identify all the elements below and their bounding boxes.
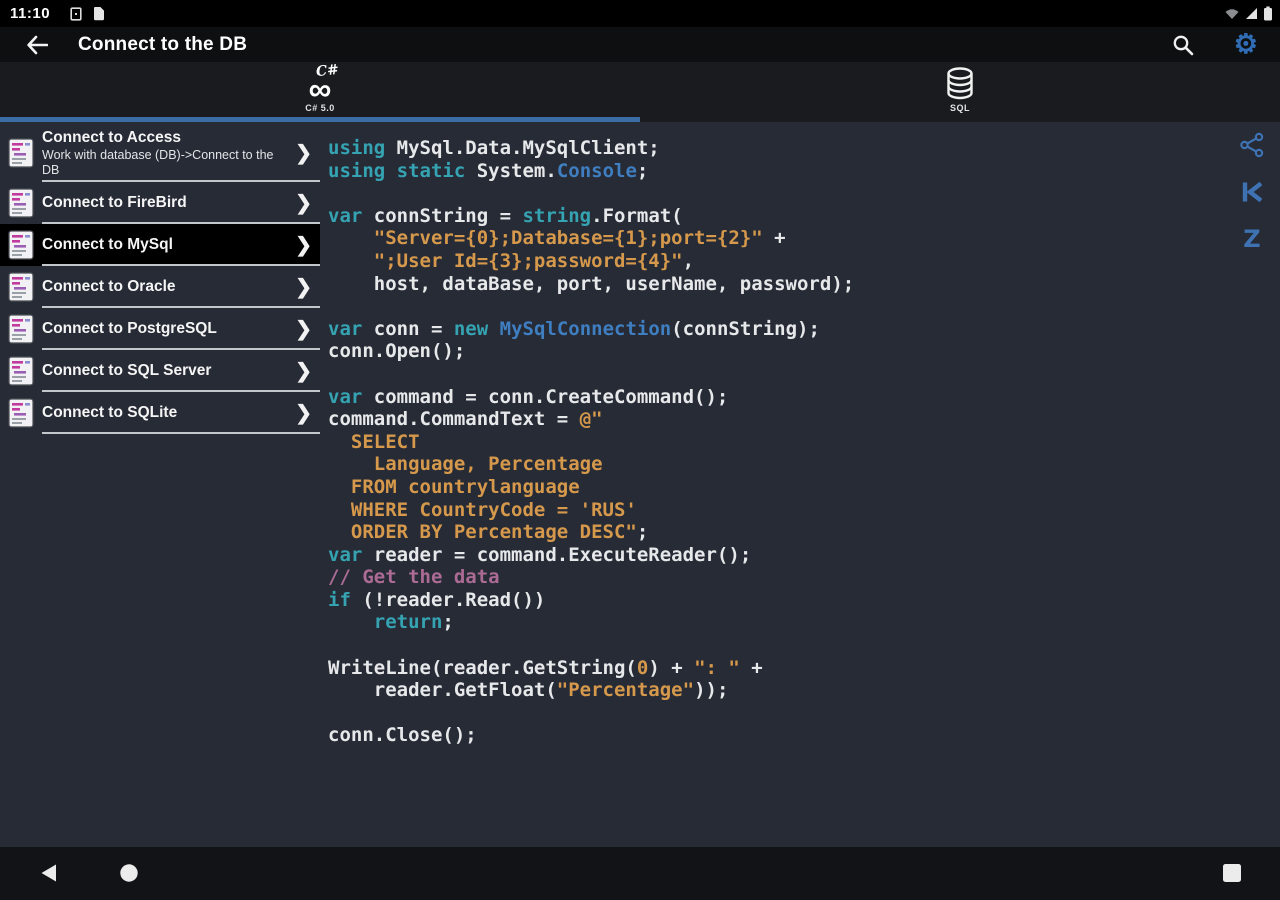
tab-csharp[interactable]: C# ∞ C# 5.0 — [0, 62, 640, 117]
tab-bar: C# ∞ C# 5.0 SQL — [0, 62, 1280, 122]
android-nav-bar — [0, 847, 1280, 900]
sidebar-item-title: Connect to Access — [42, 128, 181, 146]
code-file-icon — [8, 314, 34, 344]
code-line: ORDER BY Percentage DESC"; — [328, 521, 649, 544]
code-line: reader.GetFloat("Percentage")); — [328, 679, 729, 702]
sidebar-item[interactable]: Connect to SQL Server ❯ — [0, 350, 320, 392]
code-line: WHERE CountryCode = 'RUS' — [328, 498, 637, 521]
back-arrow-icon[interactable] — [26, 35, 48, 55]
share-icon[interactable] — [1239, 132, 1265, 158]
code-line: var reader = command.ExecuteReader(); — [328, 543, 752, 566]
content: Connect to Access Work with database (DB… — [0, 122, 1280, 847]
sidebar-item-title: Connect to FireBird — [42, 194, 187, 211]
sidebar-item-text: Connect to FireBird — [42, 194, 314, 212]
code-file-icon — [8, 188, 34, 218]
sidebar-item[interactable]: Connect to MySql ❯ — [0, 224, 320, 266]
screenshot-notification-icon — [70, 6, 82, 21]
nav-recents-button[interactable] — [1222, 863, 1242, 883]
nav-home-button[interactable] — [119, 863, 139, 883]
status-time: 11:10 — [10, 5, 51, 22]
sidebar-item[interactable]: Connect to SQLite ❯ — [0, 392, 320, 434]
code-file-icon — [8, 138, 34, 168]
code-line: var command = conn.CreateCommand(); — [328, 385, 729, 408]
status-bar: 11:10 — [0, 0, 1280, 27]
sidebar-item-title: Connect to MySql — [42, 236, 173, 253]
search-icon[interactable] — [1172, 34, 1194, 56]
tab-csharp-label: C# 5.0 — [305, 103, 335, 113]
code-line: // Get the data — [328, 566, 500, 589]
sidebar-item-text: Connect to MySql — [42, 236, 314, 254]
chevron-right-icon: ❯ — [295, 360, 312, 383]
z-icon[interactable]: Z — [1243, 225, 1260, 253]
chevron-right-icon: ❯ — [295, 142, 312, 165]
tab-sql[interactable]: SQL — [640, 62, 1280, 117]
chevron-right-icon: ❯ — [295, 318, 312, 341]
code-file-icon — [8, 230, 34, 260]
page-title: Connect to the DB — [78, 33, 248, 55]
code-action-bar: Z — [1237, 132, 1267, 253]
system-status-icons — [1224, 6, 1273, 21]
sidebar-item-text: Connect to SQL Server — [42, 362, 314, 380]
code-line: var connString = string.Format( — [328, 204, 683, 227]
file-notification-icon — [94, 7, 105, 21]
code-line: using static System.Console; — [328, 159, 649, 182]
sidebar-item[interactable]: Connect to PostgreSQL ❯ — [0, 308, 320, 350]
divider — [42, 432, 320, 434]
code-line: using MySql.Data.MySqlClient; — [328, 137, 660, 159]
code-line: Language, Percentage — [328, 453, 603, 476]
tab-sql-label: SQL — [949, 103, 970, 113]
code-line: host, dataBase, port, userName, password… — [328, 272, 855, 295]
sidebar-item-text: Connect to SQLite — [42, 404, 314, 422]
wifi-icon — [1225, 9, 1239, 19]
code-file-icon — [8, 398, 34, 428]
skip-back-icon[interactable] — [1240, 179, 1264, 205]
code-line: conn.Close(); — [328, 724, 477, 747]
code-line: if (!reader.Read()) — [328, 588, 546, 611]
chevron-right-icon: ❯ — [295, 276, 312, 299]
battery-icon — [1264, 6, 1272, 21]
code-file-icon — [8, 356, 34, 386]
sidebar-item-text: Connect to PostgreSQL — [42, 320, 314, 338]
app-bar: Connect to the DB ⚙ — [0, 27, 1280, 62]
screen: 11:10 Connect to the DB ⚙ C# ∞ C# 5.0 SQ… — [0, 0, 1280, 900]
code-line: FROM countrylanguage — [328, 475, 580, 498]
sidebar-item-subtitle: Work with database (DB)->Connect to the … — [42, 147, 274, 177]
code-line: WriteLine(reader.GetString(0) + ": " + — [328, 656, 763, 679]
sidebar-item[interactable]: Connect to Access Work with database (DB… — [0, 124, 320, 182]
nav-back-button[interactable] — [40, 863, 57, 883]
notification-icons — [70, 6, 105, 21]
chevron-right-icon: ❯ — [295, 234, 312, 257]
sidebar-item-title: Connect to PostgreSQL — [42, 320, 217, 337]
code-line: SELECT — [328, 430, 420, 453]
csharp-infinity-icon: C# ∞ — [308, 61, 340, 107]
sidebar-item-text: Connect to Access Work with database (DB… — [42, 129, 314, 178]
code-line: conn.Open(); — [328, 340, 466, 363]
code-view[interactable]: using MySql.Data.MySqlClient; using stati… — [328, 137, 1228, 747]
code-file-icon — [8, 272, 34, 302]
sidebar-item-title: Connect to SQLite — [42, 404, 178, 421]
code-line: var conn = new MySqlConnection(connStrin… — [328, 317, 820, 340]
code-line: return; — [373, 611, 454, 634]
code-line: command.CommandText = @" — [328, 408, 603, 431]
code-line: ";User Id={3};password={4}", — [373, 249, 695, 272]
cellular-signal-icon — [1246, 8, 1257, 19]
sidebar-item-title: Connect to Oracle — [42, 278, 176, 295]
chevron-right-icon: ❯ — [295, 192, 312, 215]
chevron-right-icon: ❯ — [295, 402, 312, 425]
sidebar-item-title: Connect to SQL Server — [42, 362, 212, 379]
database-icon — [944, 65, 976, 102]
sidebar-item[interactable]: Connect to Oracle ❯ — [0, 266, 320, 308]
sidebar-item[interactable]: Connect to FireBird ❯ — [0, 182, 320, 224]
settings-gear-icon[interactable]: ⚙ — [1234, 31, 1258, 58]
sidebar-item-text: Connect to Oracle — [42, 278, 314, 296]
code-line: "Server={0};Database={1};port={2}" + — [373, 227, 786, 250]
sidebar: Connect to Access Work with database (DB… — [0, 124, 320, 434]
